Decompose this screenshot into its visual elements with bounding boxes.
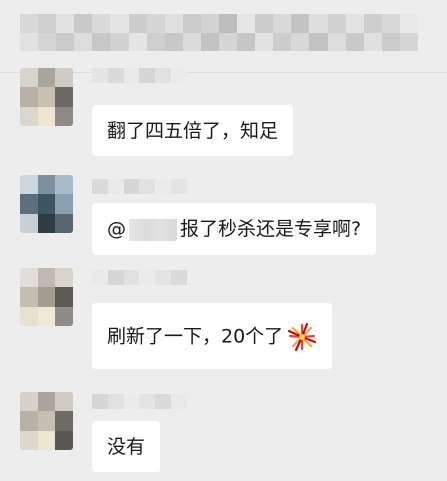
message-bubble[interactable]: 刷新了一下，20个了 xyxy=(92,303,333,369)
message-text: 刷新了一下，20个了 xyxy=(107,325,284,348)
sender-name-blurred xyxy=(92,179,187,194)
mention-name-blurred xyxy=(129,218,177,241)
avatar[interactable] xyxy=(20,392,73,450)
message-bubble[interactable]: @ 报了秒杀还是专享啊? xyxy=(92,203,377,255)
message-text: 没有 xyxy=(107,436,146,458)
message-text: 报了秒杀还是专享啊? xyxy=(180,218,362,240)
sender-name-blurred xyxy=(92,270,187,285)
message-bubble[interactable]: 翻了四五倍了，知足 xyxy=(92,105,294,156)
message-bubble[interactable]: 没有 xyxy=(92,421,161,472)
message-text: 翻了四五倍了，知足 xyxy=(107,120,279,142)
sender-name-blurred xyxy=(92,68,187,83)
chat-header-title-blurred xyxy=(20,14,418,51)
mention-at-sign: @ xyxy=(107,218,126,240)
avatar[interactable] xyxy=(20,175,73,233)
avatar[interactable] xyxy=(20,68,73,126)
avatar[interactable] xyxy=(20,268,73,326)
fireworks-icon xyxy=(287,322,317,352)
chat-window: 翻了四五倍了，知足 @ 报了秒杀还是专享啊? 刷新了一下，20个了 没有 xyxy=(0,0,447,481)
sender-name-blurred xyxy=(92,394,187,409)
